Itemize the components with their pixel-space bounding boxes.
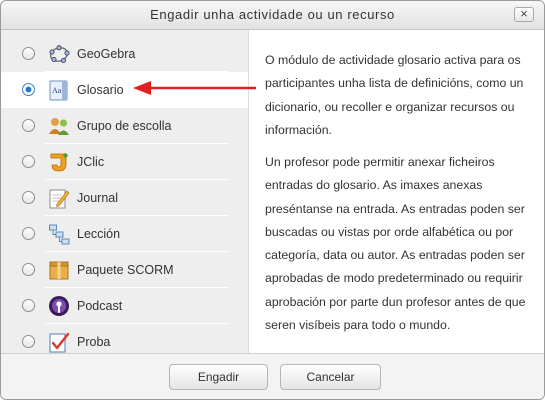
option-radio[interactable]	[22, 227, 35, 240]
scorm-package-icon	[49, 261, 69, 280]
description-paragraph: Un profesor pode permitir anexar ficheir…	[265, 155, 526, 333]
option-radio[interactable]	[22, 263, 35, 276]
close-icon: ×	[520, 6, 528, 21]
option-radio[interactable]	[22, 155, 35, 168]
option-label: Journal	[77, 191, 118, 205]
option-label: Grupo de escolla	[77, 119, 172, 133]
option-label: Glosario	[77, 83, 124, 97]
option-radio[interactable]	[22, 191, 35, 204]
description-paragraph: O módulo de actividade glosario activa p…	[265, 53, 524, 137]
option-journal[interactable]: Journal	[1, 180, 248, 216]
podcast-icon	[49, 296, 69, 316]
option-radio[interactable]	[22, 299, 35, 312]
option-label: Proba	[77, 335, 111, 349]
lesson-icon	[49, 224, 70, 245]
option-glossary[interactable]: Aa Glosario	[1, 72, 248, 108]
cancel-button[interactable]: Cancelar	[280, 364, 381, 390]
add-button[interactable]: Engadir	[169, 364, 268, 390]
option-description-panel: O módulo de actividade glosario activa p…	[249, 30, 544, 353]
option-group-choice[interactable]: Grupo de escolla	[1, 108, 248, 144]
option-radio[interactable]	[22, 119, 35, 132]
option-label: Paquete SCORM	[77, 263, 174, 277]
add-activity-dialog: Engadir unha actividade ou un recurso × …	[0, 0, 545, 400]
option-radio[interactable]	[22, 47, 35, 60]
option-scorm-package[interactable]: Paquete SCORM	[1, 252, 248, 288]
geogebra-icon	[49, 45, 70, 63]
activity-options-list: GeoGebra Aa Glosario Grupo de escolla JC…	[1, 30, 249, 353]
dialog-footer: Engadir Cancelar	[1, 353, 544, 399]
option-quiz[interactable]: Proba	[1, 324, 248, 353]
group-choice-icon	[49, 118, 69, 135]
journal-icon	[49, 189, 70, 209]
option-radio-selected[interactable]	[22, 83, 35, 96]
option-label: GeoGebra	[77, 47, 136, 61]
close-button[interactable]: ×	[514, 7, 534, 22]
option-podcast[interactable]: Podcast	[1, 288, 248, 324]
dialog-title: Engadir unha actividade ou un recurso	[150, 7, 395, 22]
option-radio[interactable]	[22, 335, 35, 348]
jclic-icon	[50, 153, 68, 172]
option-jclic[interactable]: JClic	[1, 144, 248, 180]
svg-text:Aa: Aa	[52, 86, 62, 95]
option-geogebra[interactable]: GeoGebra	[1, 36, 248, 72]
option-label: Podcast	[77, 299, 123, 313]
option-lesson[interactable]: Lección	[1, 216, 248, 252]
quiz-icon	[49, 332, 70, 353]
glossary-icon: Aa	[49, 80, 68, 101]
dialog-titlebar: Engadir unha actividade ou un recurso ×	[1, 1, 544, 30]
option-label: Lección	[77, 227, 121, 241]
option-label: JClic	[77, 155, 105, 169]
